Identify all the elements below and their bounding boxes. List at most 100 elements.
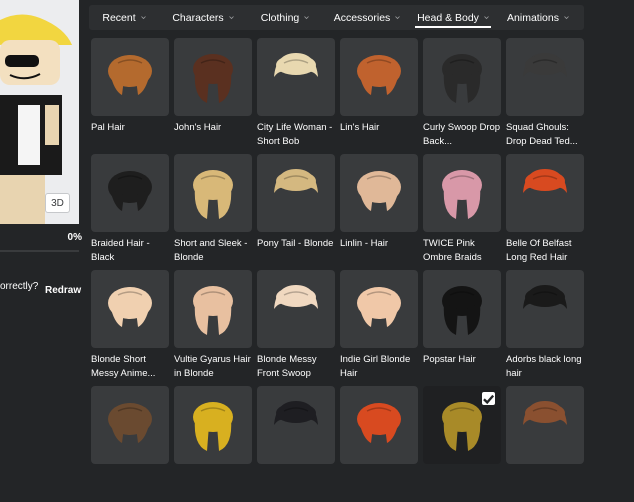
tab-label: Animations (507, 11, 559, 24)
item-name: Vultie Gyarus Hair in Blonde (174, 354, 251, 379)
hair-icon (357, 55, 401, 95)
item-card[interactable]: Indie Girl Blonde Hair (340, 270, 418, 386)
item-card[interactable]: Belle Of Belfast Long Red Hair (506, 154, 584, 270)
item-name: Squad Ghouls: Drop Dead Ted... (506, 122, 578, 147)
item-name: Blonde Messy Front Swoop (257, 354, 317, 379)
redraw-button[interactable]: Redraw (45, 285, 81, 296)
item-card[interactable] (174, 386, 252, 502)
item-thumbnail[interactable] (174, 386, 252, 464)
item-thumbnail[interactable] (506, 154, 584, 232)
hair-icon (442, 54, 482, 103)
hair-icon (193, 402, 233, 451)
hair-icon (108, 287, 152, 327)
item-name: Blonde Short Messy Anime... (91, 354, 156, 379)
item-thumbnail[interactable] (174, 38, 252, 116)
item-thumbnail[interactable] (91, 386, 169, 464)
tab-label: Accessories (333, 11, 391, 24)
item-name: Indie Girl Blonde Hair (340, 354, 411, 379)
item-card[interactable]: Blonde Short Messy Anime... (91, 270, 169, 386)
item-card[interactable]: Pony Tail - Blonde (257, 154, 335, 270)
hair-icon (442, 170, 482, 219)
render-progress-bar (0, 250, 79, 252)
item-card[interactable] (423, 386, 501, 502)
item-card[interactable] (91, 386, 169, 502)
tab-label: Characters (172, 11, 224, 24)
item-thumbnail[interactable] (423, 38, 501, 116)
item-card[interactable]: Blonde Messy Front Swoop (257, 270, 335, 386)
item-thumbnail[interactable] (423, 154, 501, 232)
tab-head-body[interactable]: Head & Body (411, 5, 495, 30)
item-name: Belle Of Belfast Long Red Hair (506, 238, 572, 263)
item-card[interactable]: City Life Woman - Short Bob (257, 38, 335, 154)
item-thumbnail[interactable] (257, 386, 335, 464)
view-3d-button[interactable]: 3D (45, 193, 70, 213)
item-thumbnail[interactable] (340, 154, 418, 232)
item-thumbnail[interactable] (91, 270, 169, 348)
hair-icon (193, 286, 233, 335)
chevron-down-icon (140, 16, 146, 20)
render-progress-text: 0% (67, 232, 82, 243)
item-thumbnail[interactable] (506, 270, 584, 348)
item-thumbnail[interactable] (340, 386, 418, 464)
hair-icon (442, 286, 482, 335)
avatar-preview[interactable]: 3D (0, 0, 79, 224)
chevron-down-icon (395, 16, 401, 20)
item-name: Pony Tail - Blonde (257, 238, 334, 249)
item-thumbnail[interactable] (506, 386, 584, 464)
item-name: John's Hair (174, 122, 222, 133)
active-tab-indicator (415, 26, 491, 28)
item-card[interactable] (340, 386, 418, 502)
item-card[interactable] (257, 386, 335, 502)
item-thumbnail[interactable] (174, 270, 252, 348)
item-card[interactable]: TWICE Pink Ombre Braids (423, 154, 501, 270)
item-card[interactable]: Pal Hair (91, 38, 169, 154)
item-card[interactable]: Lin's Hair (340, 38, 418, 154)
tab-label: Clothing (260, 11, 300, 24)
hair-icon (357, 287, 401, 327)
item-name: Short and Sleek - Blonde (174, 238, 248, 263)
item-name: Braided Hair - Black (91, 238, 150, 263)
item-name: Lin's Hair (340, 122, 380, 133)
hair-icon (523, 401, 567, 425)
hair-icon (193, 170, 233, 219)
item-name: Popstar Hair (423, 354, 476, 365)
hair-icon (523, 53, 567, 77)
hair-icon (108, 171, 152, 211)
tab-animations[interactable]: Animations (495, 5, 581, 30)
hair-icon (193, 54, 233, 103)
hair-icon (274, 401, 318, 425)
item-card[interactable]: Linlin - Hair (340, 154, 418, 270)
hair-icon (274, 285, 318, 309)
tab-recent[interactable]: Recent (89, 5, 159, 30)
item-name: Linlin - Hair (340, 238, 389, 249)
item-card[interactable]: Short and Sleek - Blonde (174, 154, 252, 270)
item-thumbnail[interactable] (174, 154, 252, 232)
item-name: TWICE Pink Ombre Braids (423, 238, 482, 263)
item-card[interactable]: Vultie Gyarus Hair in Blonde (174, 270, 252, 386)
item-name: Adorbs black long hair (506, 354, 582, 379)
item-thumbnail[interactable] (423, 386, 501, 464)
hair-icon (523, 169, 567, 193)
item-card[interactable]: John's Hair (174, 38, 252, 154)
tab-clothing[interactable]: Clothing (247, 5, 323, 30)
item-thumbnail[interactable] (91, 154, 169, 232)
item-thumbnail[interactable] (257, 38, 335, 116)
tab-characters[interactable]: Characters (159, 5, 247, 30)
item-thumbnail[interactable] (340, 270, 418, 348)
item-card[interactable]: Popstar Hair (423, 270, 501, 386)
item-thumbnail[interactable] (257, 270, 335, 348)
item-thumbnail[interactable] (423, 270, 501, 348)
item-thumbnail[interactable] (257, 154, 335, 232)
item-card[interactable]: Adorbs black long hair (506, 270, 584, 386)
item-thumbnail[interactable] (506, 38, 584, 116)
item-card[interactable]: Squad Ghouls: Drop Dead Ted... (506, 38, 584, 154)
item-card[interactable]: Braided Hair - Black (91, 154, 169, 270)
item-card[interactable] (506, 386, 584, 502)
tab-accessories[interactable]: Accessories (323, 5, 411, 30)
item-card[interactable]: Curly Swoop Drop Back... (423, 38, 501, 154)
item-thumbnail[interactable] (340, 38, 418, 116)
item-name: Pal Hair (91, 122, 125, 133)
chevron-down-icon (304, 16, 310, 20)
item-thumbnail[interactable] (91, 38, 169, 116)
hair-icon (274, 53, 318, 77)
